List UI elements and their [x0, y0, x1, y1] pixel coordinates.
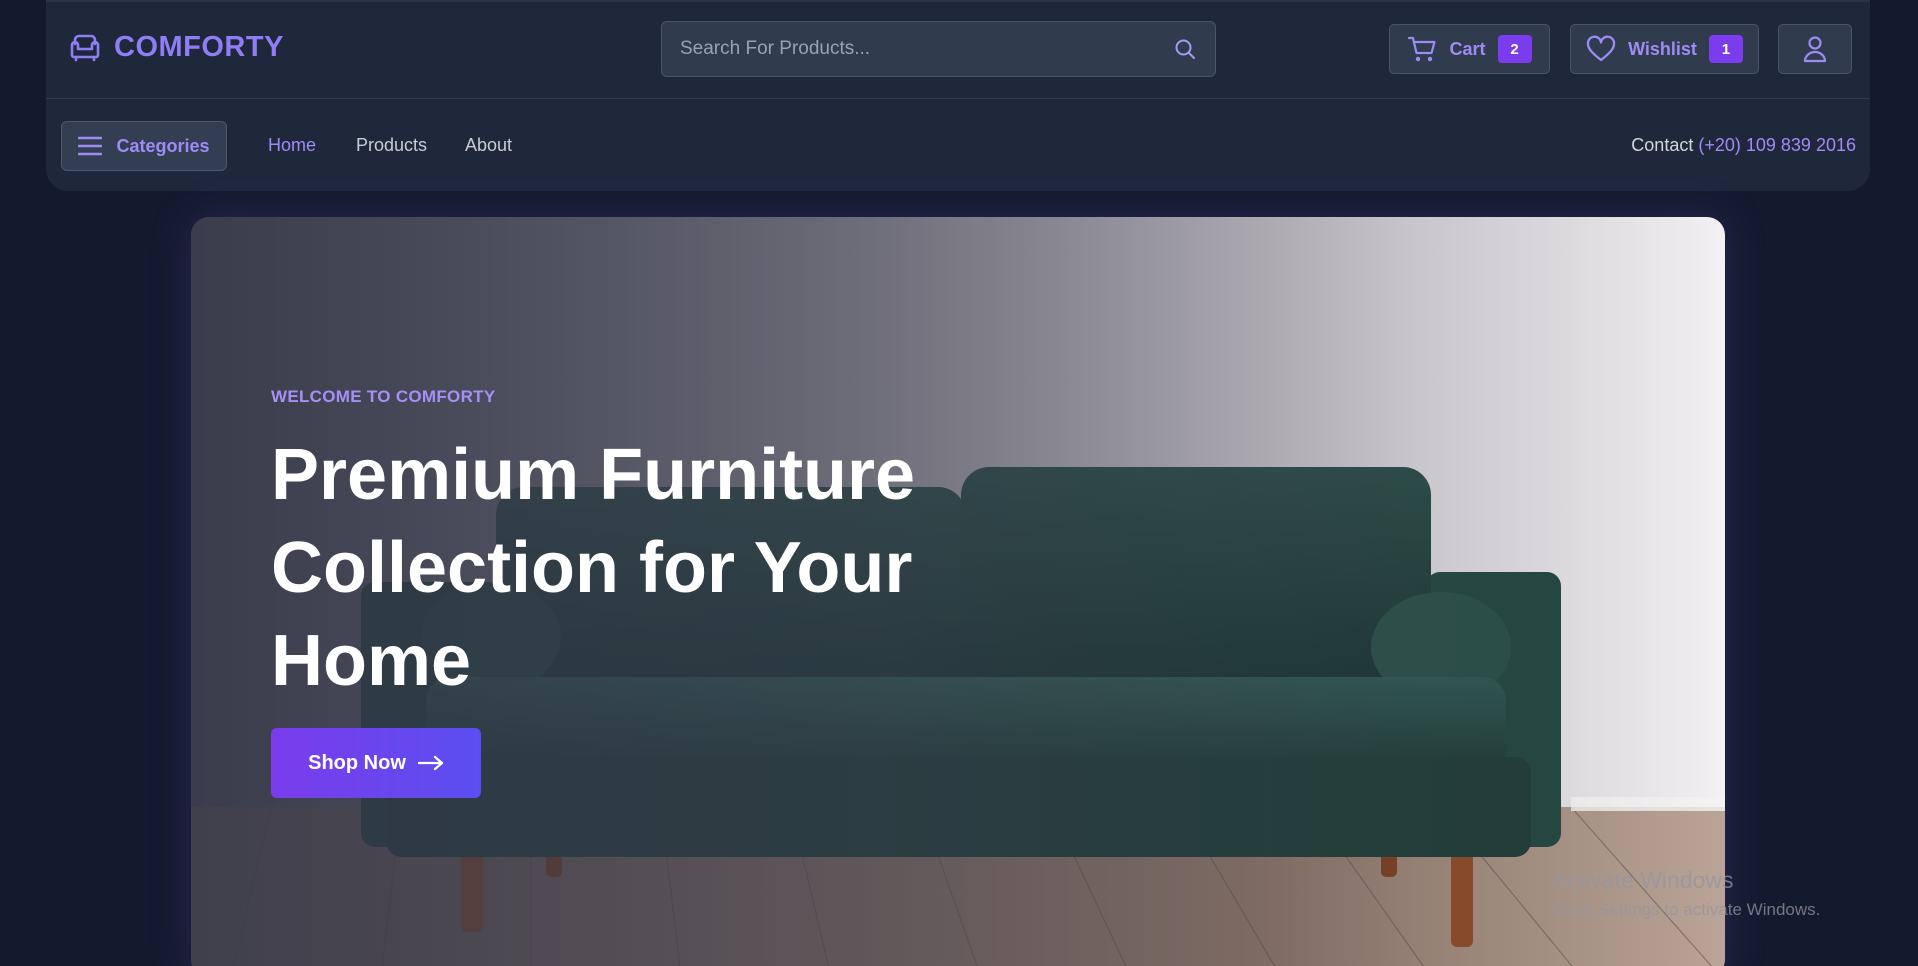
search-box — [661, 21, 1216, 77]
contact-phone-link[interactable]: (+20) 109 839 2016 — [1698, 135, 1856, 155]
brand-logo[interactable]: COMFORTY — [68, 30, 284, 64]
search-input[interactable] — [680, 38, 1173, 60]
hero-kicker: WELCOME TO COMFORTY — [271, 387, 496, 406]
page: COMFORTY Cart 2 — [0, 0, 1918, 966]
hero-content: WELCOME TO COMFORTY Premium Furniture Co… — [271, 387, 991, 798]
shop-now-label: Shop Now — [308, 751, 406, 774]
contact-info: Contact (+20) 109 839 2016 — [1631, 135, 1856, 156]
watermark-title: Activate Windows — [1552, 867, 1734, 893]
wishlist-button[interactable]: Wishlist 1 — [1570, 24, 1759, 74]
cart-icon — [1408, 36, 1437, 62]
watermark-subtitle: Go to Settings to activate Windows. — [1552, 900, 1821, 919]
nav-bar: Categories Home Products About Contact (… — [46, 99, 1870, 193]
nav-link-products[interactable]: Products — [356, 135, 427, 156]
search-icon[interactable] — [1173, 37, 1197, 61]
nav-link-about[interactable]: About — [465, 135, 512, 156]
brand-name: COMFORTY — [114, 30, 284, 63]
hero-banner: WELCOME TO COMFORTY Premium Furniture Co… — [191, 217, 1725, 966]
categories-label: Categories — [116, 135, 210, 156]
cart-button[interactable]: Cart 2 — [1389, 24, 1550, 74]
categories-button[interactable]: Categories — [61, 121, 227, 171]
wishlist-label: Wishlist — [1628, 38, 1697, 59]
nav-link-home[interactable]: Home — [268, 135, 316, 156]
account-button[interactable] — [1778, 24, 1852, 74]
site-header: COMFORTY Cart 2 — [46, 0, 1870, 191]
arrow-right-icon — [417, 755, 443, 771]
contact-label: Contact — [1631, 135, 1694, 155]
hero-title: Premium Furniture Collection for Your Ho… — [271, 435, 916, 701]
menu-icon — [78, 136, 103, 156]
cart-label: Cart — [1449, 38, 1486, 59]
sofa-icon — [70, 34, 100, 62]
user-icon — [1803, 36, 1827, 63]
heart-icon — [1586, 35, 1616, 62]
shop-now-button[interactable]: Shop Now — [271, 728, 481, 798]
activate-windows-watermark: Activate Windows Go to Settings to activ… — [1552, 867, 1820, 920]
wishlist-count-badge: 1 — [1708, 35, 1743, 63]
cart-count-badge: 2 — [1497, 35, 1532, 63]
top-bar: COMFORTY Cart 2 — [46, 2, 1870, 99]
